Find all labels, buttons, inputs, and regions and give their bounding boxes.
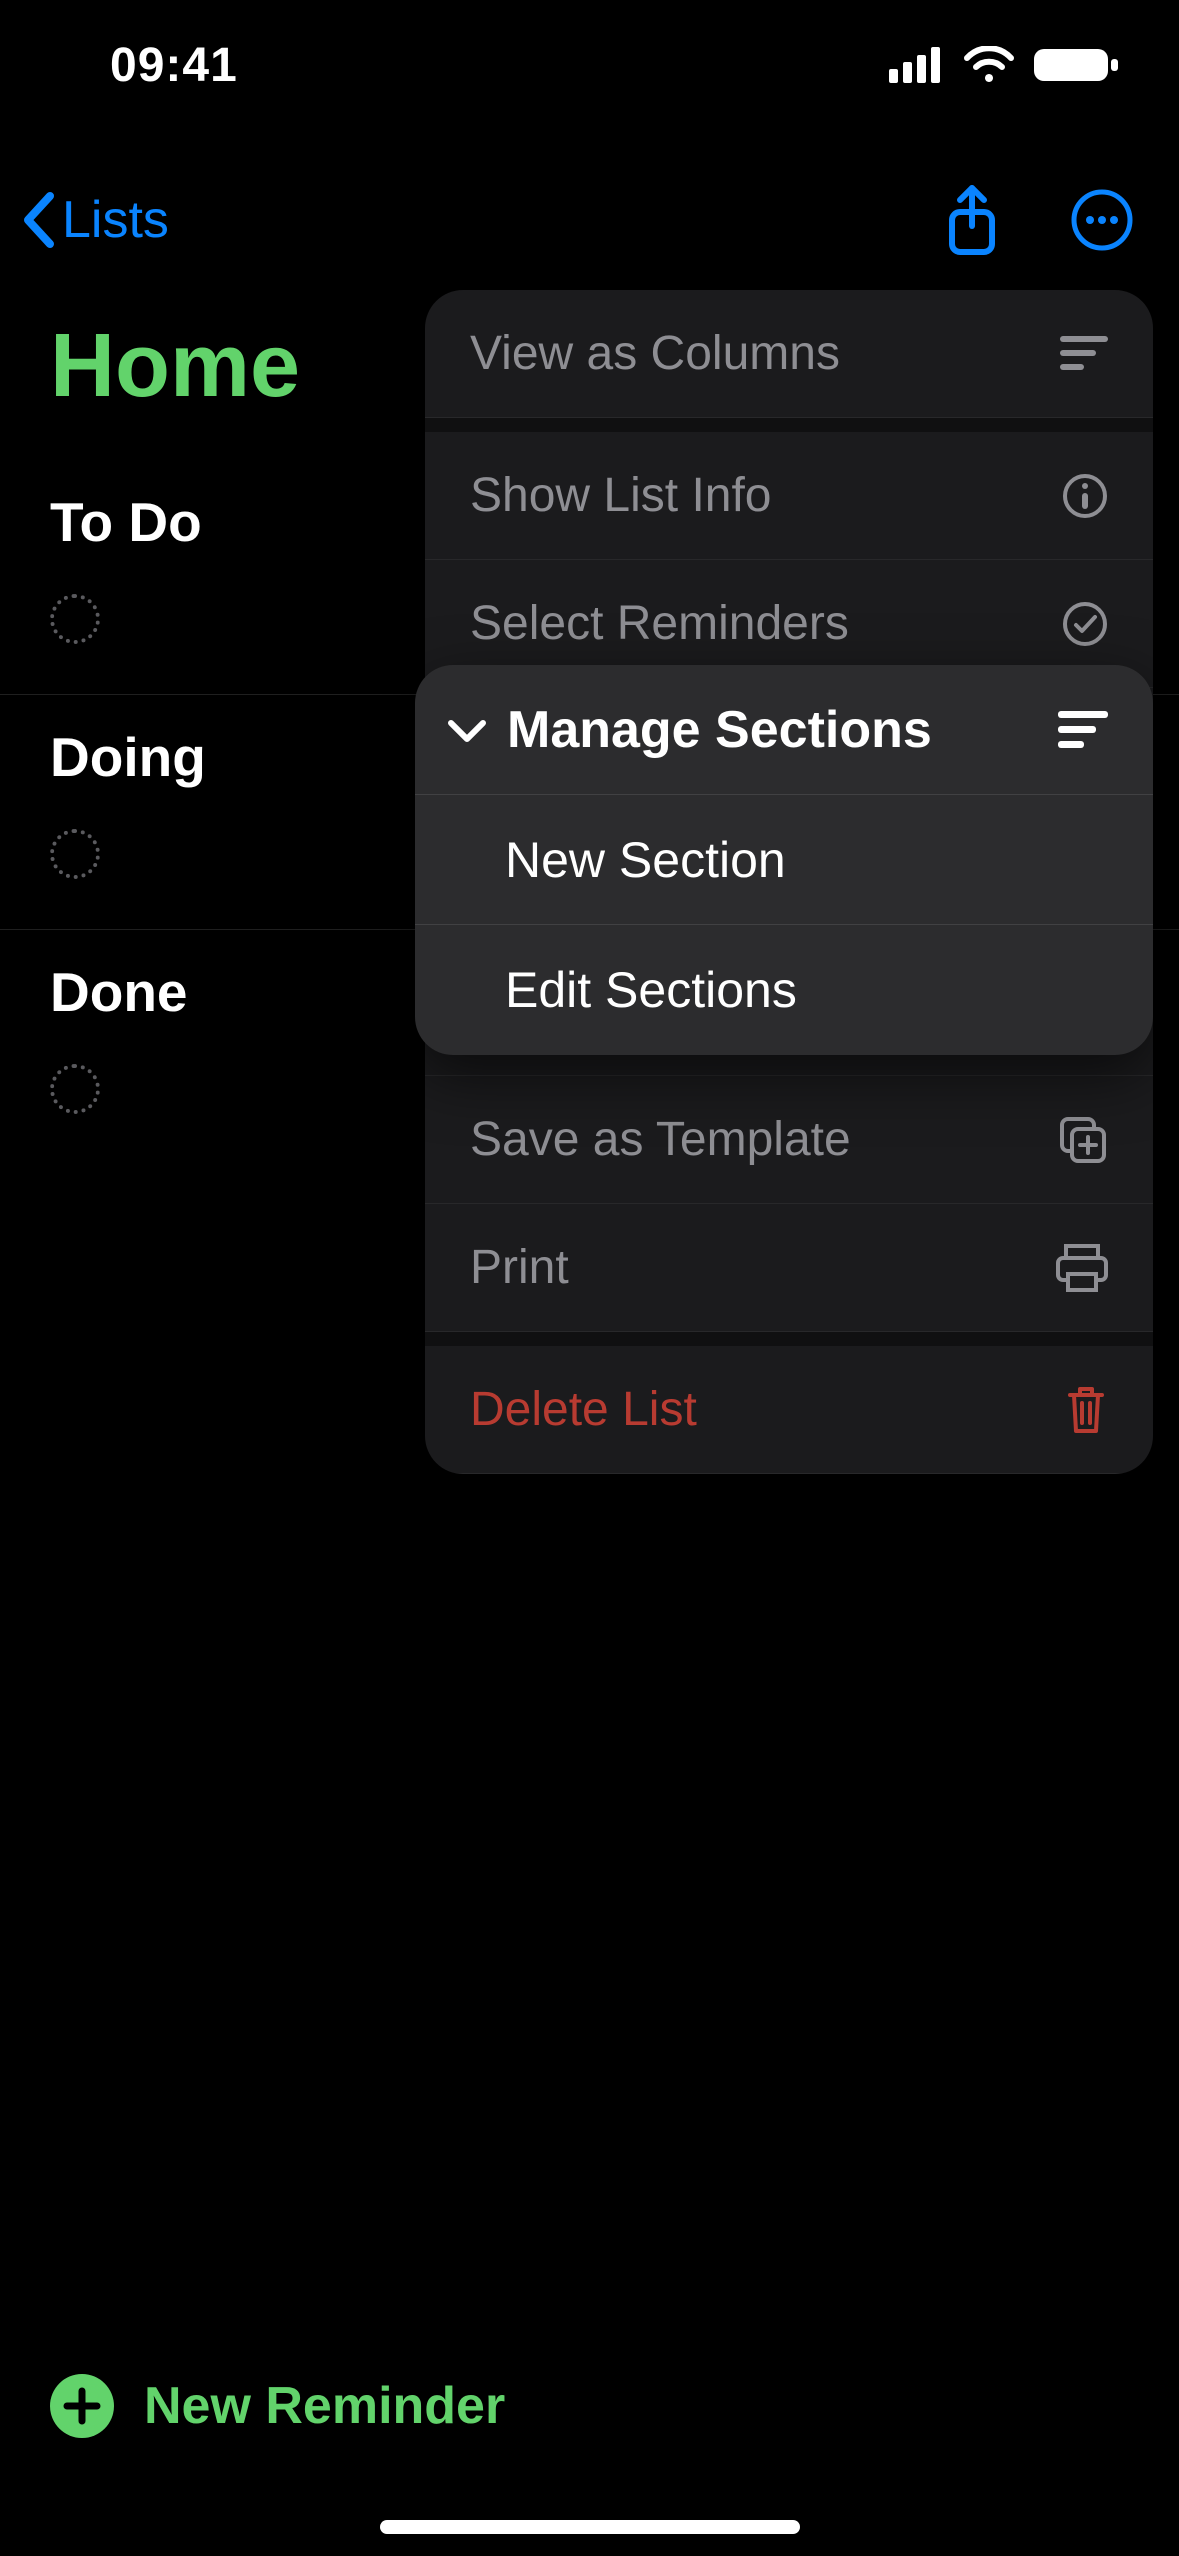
- menu-label: Print: [470, 1240, 569, 1295]
- printer-icon: [1056, 1244, 1108, 1292]
- submenu-title: Manage Sections: [507, 700, 932, 760]
- reminder-checkbox-placeholder: [50, 594, 100, 644]
- back-label: Lists: [62, 190, 169, 250]
- more-button[interactable]: [1070, 188, 1134, 252]
- menu-save-template[interactable]: Save as Template: [425, 1076, 1153, 1204]
- chevron-down-icon: [445, 715, 489, 745]
- list-title: Home: [50, 315, 300, 418]
- share-button[interactable]: [944, 184, 1000, 256]
- reminder-checkbox-placeholder: [50, 829, 100, 879]
- menu-print[interactable]: Print: [425, 1204, 1153, 1332]
- nav-bar: Lists: [0, 170, 1179, 270]
- wifi-icon: [963, 46, 1015, 84]
- chevron-left-icon: [20, 192, 56, 248]
- ellipsis-circle-icon: [1070, 188, 1134, 252]
- status-bar: 09:41: [0, 0, 1179, 130]
- menu-delete-list[interactable]: Delete List: [425, 1346, 1153, 1474]
- sections-icon: [1058, 709, 1108, 751]
- new-reminder-button[interactable]: [50, 2374, 114, 2438]
- nav-right: [944, 184, 1134, 256]
- cellular-icon: [889, 47, 945, 83]
- trash-icon: [1064, 1385, 1108, 1435]
- menu-label: Delete List: [470, 1382, 697, 1437]
- menu-label: Select Reminders: [470, 596, 849, 651]
- battery-icon: [1033, 45, 1119, 85]
- back-button[interactable]: Lists: [20, 190, 169, 250]
- submenu-item-label: Edit Sections: [505, 961, 797, 1019]
- menu-show-list-info[interactable]: Show List Info: [425, 432, 1153, 560]
- status-icons: [889, 45, 1119, 85]
- manage-sections-submenu: Manage Sections New Section Edit Section…: [415, 665, 1153, 1055]
- columns-icon: [1060, 334, 1108, 374]
- submenu-new-section[interactable]: New Section: [415, 795, 1153, 925]
- menu-label: Show List Info: [470, 468, 772, 523]
- menu-label: View as Columns: [470, 326, 840, 381]
- plus-icon: [63, 2387, 101, 2425]
- status-time: 09:41: [110, 38, 238, 93]
- home-indicator: [380, 2520, 800, 2534]
- submenu-edit-sections[interactable]: Edit Sections: [415, 925, 1153, 1055]
- checkmark-circle-icon: [1062, 601, 1108, 647]
- new-reminder-label[interactable]: New Reminder: [144, 2376, 505, 2436]
- menu-view-as-columns[interactable]: View as Columns: [425, 290, 1153, 418]
- info-icon: [1062, 473, 1108, 519]
- submenu-item-label: New Section: [505, 831, 786, 889]
- bottom-toolbar: New Reminder: [0, 2346, 1179, 2466]
- share-icon: [944, 184, 1000, 256]
- template-icon: [1058, 1115, 1108, 1165]
- submenu-header[interactable]: Manage Sections: [415, 665, 1153, 795]
- reminder-checkbox-placeholder: [50, 1064, 100, 1114]
- menu-label: Save as Template: [470, 1112, 851, 1167]
